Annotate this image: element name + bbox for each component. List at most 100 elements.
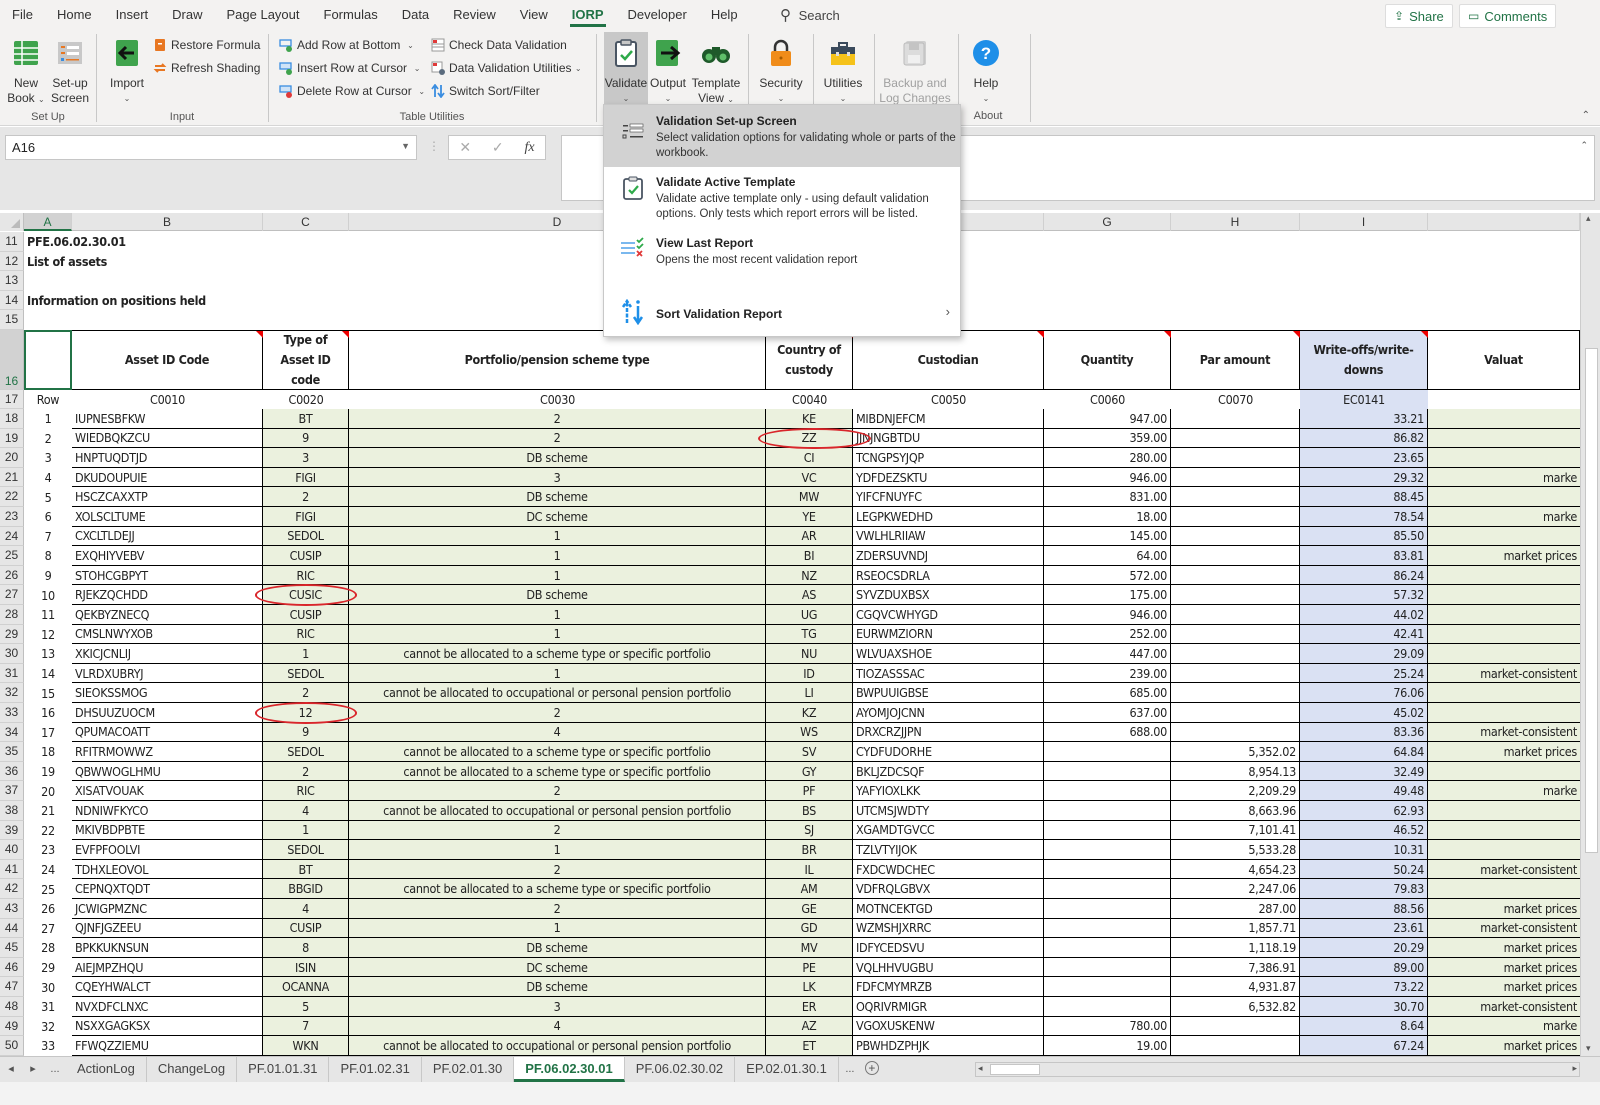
asset-id-type[interactable]: CUSIP	[263, 918, 349, 939]
custodian[interactable]: MIBDNJEFCM	[853, 409, 1044, 429]
valuation[interactable]	[1428, 840, 1580, 860]
menu-file[interactable]: File	[0, 0, 45, 30]
sheet-tab-changelog[interactable]: ChangeLog	[147, 1057, 238, 1082]
scheme-type[interactable]: 1	[349, 918, 766, 939]
sheet-tab-pf-06-02-30-02[interactable]: PF.06.02.30.02	[625, 1057, 736, 1082]
backup-log-button[interactable]: Backup and Log Changes	[878, 32, 952, 106]
comments-button[interactable]: ▭ Comments	[1459, 4, 1557, 28]
row-header[interactable]: 50	[0, 1036, 24, 1056]
par-amount[interactable]	[1171, 409, 1300, 429]
country-of-custody[interactable]: TG	[766, 624, 853, 645]
quantity[interactable]: 831.00	[1044, 487, 1171, 507]
par-amount[interactable]: 4,654.23	[1171, 859, 1300, 880]
valuation[interactable]	[1428, 487, 1580, 507]
custodian[interactable]: JJNJNGBTDU	[853, 428, 1044, 449]
country-of-custody[interactable]: KE	[766, 409, 853, 429]
valuation[interactable]: market prices	[1428, 938, 1580, 958]
asset-id-type[interactable]: 9	[263, 428, 349, 449]
scheme-type[interactable]: cannot be allocated to occupational or p…	[349, 683, 766, 703]
horizontal-scrollbar[interactable]: ◂ ▸	[975, 1062, 1580, 1077]
select-all-corner[interactable]	[0, 213, 24, 231]
valuation[interactable]	[1428, 448, 1580, 468]
asset-id-code[interactable]: NVXDFCLNXC	[72, 997, 263, 1017]
quantity[interactable]	[1044, 918, 1171, 939]
row-header[interactable]: 47	[0, 977, 24, 997]
country-of-custody[interactable]: SV	[766, 742, 853, 762]
output-button[interactable]: Output ⌄	[648, 32, 688, 106]
country-of-custody[interactable]: LI	[766, 683, 853, 703]
country-of-custody[interactable]: BS	[766, 801, 853, 821]
scheme-type[interactable]: 1	[349, 565, 766, 586]
par-amount[interactable]	[1171, 1016, 1300, 1037]
write-offs[interactable]: 79.83	[1300, 879, 1428, 899]
scheme-type[interactable]: DC scheme	[349, 507, 766, 527]
asset-id-code[interactable]: WIEDBQKZCU	[72, 428, 263, 449]
valuation[interactable]	[1428, 409, 1580, 429]
row-header[interactable]: 19	[0, 428, 24, 449]
tab-scroll-left-icon[interactable]: ◂	[0, 1057, 22, 1082]
comment-indicator[interactable]	[1037, 330, 1044, 338]
country-of-custody[interactable]: BI	[766, 546, 853, 566]
custodian[interactable]: YAFYIOXLKK	[853, 781, 1044, 801]
refresh-shading-button[interactable]: Refresh Shading	[153, 58, 260, 78]
par-amount[interactable]: 1,118.19	[1171, 938, 1300, 958]
country-of-custody[interactable]: UG	[766, 605, 853, 625]
menu-view[interactable]: View	[508, 0, 560, 30]
par-amount[interactable]: 8,663.96	[1171, 801, 1300, 821]
country-of-custody[interactable]: YE	[766, 507, 853, 527]
asset-id-type[interactable]: ISIN	[263, 957, 349, 978]
par-amount[interactable]: 2,247.06	[1171, 879, 1300, 899]
row-header[interactable]: 33	[0, 703, 24, 723]
valuation[interactable]: marke	[1428, 507, 1580, 527]
header-custodian[interactable]: Custodian	[853, 329, 1044, 390]
write-offs[interactable]: 83.81	[1300, 546, 1428, 566]
scheme-type[interactable]: DB scheme	[349, 585, 766, 605]
asset-id-code[interactable]: RJEKZQCHDD	[72, 585, 263, 605]
write-offs[interactable]: 86.82	[1300, 428, 1428, 449]
asset-id-type[interactable]: 4	[263, 801, 349, 821]
asset-id-code[interactable]: IUPNESBFKW	[72, 409, 263, 429]
custodian[interactable]: RSEOCSDRLA	[853, 565, 1044, 586]
quantity[interactable]	[1044, 840, 1171, 860]
valuation[interactable]: market-consistent	[1428, 722, 1580, 743]
scheme-type[interactable]: 2	[349, 899, 766, 919]
row-header[interactable]: 25	[0, 546, 24, 566]
row-header[interactable]: 18	[0, 409, 24, 429]
template-title[interactable]: List of assets	[24, 252, 624, 272]
row-header[interactable]: 29	[0, 624, 24, 645]
custodian[interactable]: CGQVCWHYGD	[853, 605, 1044, 625]
country-of-custody[interactable]: PF	[766, 781, 853, 801]
valuation[interactable]	[1428, 565, 1580, 586]
scheme-type[interactable]: 2	[349, 409, 766, 429]
country-of-custody[interactable]: AZ	[766, 1016, 853, 1037]
custodian[interactable]: LEGPKWEDHD	[853, 507, 1044, 527]
asset-id-type[interactable]: WKN	[263, 1036, 349, 1056]
menu-page-layout[interactable]: Page Layout	[215, 0, 312, 30]
write-offs[interactable]: 62.93	[1300, 801, 1428, 821]
asset-id-code[interactable]: EVFPFOOLVI	[72, 840, 263, 860]
write-offs[interactable]: 76.06	[1300, 683, 1428, 703]
valuation[interactable]	[1428, 605, 1580, 625]
asset-id-code[interactable]: HNPTUQDTJD	[72, 448, 263, 468]
write-offs[interactable]: 44.02	[1300, 605, 1428, 625]
asset-id-code[interactable]: CEPNQXTQDT	[72, 879, 263, 899]
menu-draw[interactable]: Draw	[160, 0, 214, 30]
sheet-tab-actionlog[interactable]: ActionLog	[66, 1057, 147, 1082]
valuation[interactable]: market prices	[1428, 1036, 1580, 1056]
quantity[interactable]: 572.00	[1044, 565, 1171, 586]
vertical-scrollbar[interactable]: ▴ ▾	[1580, 213, 1600, 1056]
sheet-tab-pf-01-02-31[interactable]: PF.01.02.31	[329, 1057, 422, 1082]
scheme-type[interactable]: cannot be allocated to a scheme type or …	[349, 879, 766, 899]
country-of-custody[interactable]: GY	[766, 761, 853, 782]
par-amount[interactable]	[1171, 624, 1300, 645]
scheme-type[interactable]: 3	[349, 997, 766, 1017]
asset-id-type[interactable]: 5	[263, 997, 349, 1017]
custodian[interactable]: VDFRQLGBVX	[853, 879, 1044, 899]
quantity[interactable]: 18.00	[1044, 507, 1171, 527]
valuation[interactable]: market prices	[1428, 977, 1580, 997]
sheet-tab-ep-02-01-30-1[interactable]: EP.02.01.30.1	[735, 1057, 839, 1082]
custodian[interactable]: TCNGPSYJQP	[853, 448, 1044, 468]
write-offs[interactable]: 86.24	[1300, 565, 1428, 586]
row-header[interactable]: 44	[0, 918, 24, 939]
asset-id-code[interactable]: CMSLNWYXOB	[72, 624, 263, 645]
